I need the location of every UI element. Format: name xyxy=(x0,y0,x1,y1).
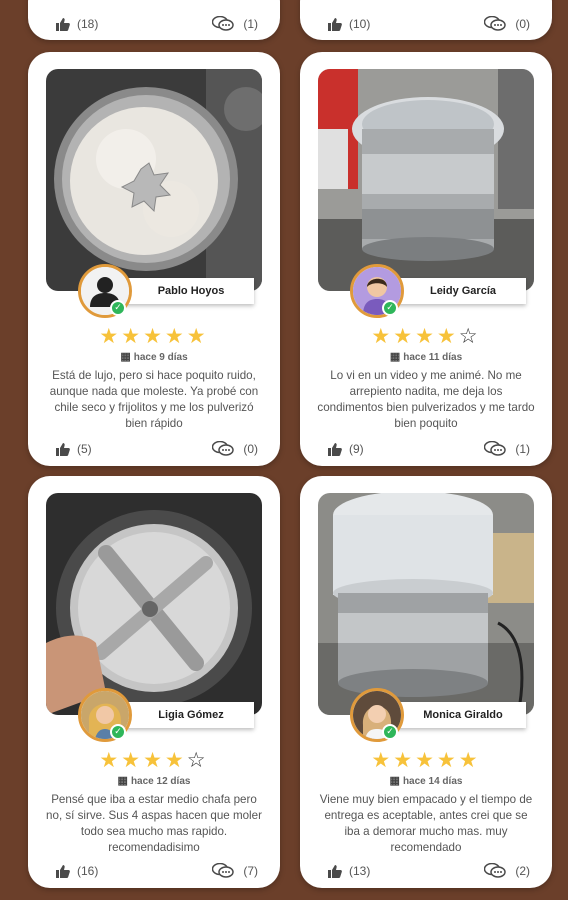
star-icon: ★ xyxy=(371,748,394,772)
comment-bubble-icon xyxy=(484,441,507,456)
comment-count: (1) xyxy=(243,16,258,31)
star-icon: ★ xyxy=(393,324,416,348)
review-text: Viene muy bien empacado y el tiempo de e… xyxy=(319,793,533,854)
review-card-partial: (18) (1) xyxy=(28,0,280,40)
thumbs-up-icon xyxy=(328,864,342,878)
star-icon: ★ xyxy=(458,748,481,772)
star-icon: ☆ xyxy=(186,748,209,772)
star-icon: ★ xyxy=(143,324,165,348)
comment-bubble-icon xyxy=(212,441,235,456)
thumbs-up-icon xyxy=(328,442,342,456)
review-date: ▦ hace 11 días xyxy=(389,351,463,363)
comment-bubble-icon xyxy=(212,16,235,31)
review-card: Monica Giraldo ✓ ★★★★★ ▦ hace 14 días Vie… xyxy=(300,476,552,888)
thumbs-up-icon xyxy=(56,864,70,878)
star-icon: ★ xyxy=(436,748,459,772)
review-date: ▦ hace 9 días xyxy=(120,351,188,363)
star-icon: ★ xyxy=(186,324,209,348)
comment-bubble-icon xyxy=(484,16,507,31)
review-date: ▦ hace 12 días xyxy=(117,775,191,787)
review-card: Leidy García ✓ ★★★★☆ ▦ hace 11 días Lo vi… xyxy=(300,52,552,466)
star-icon: ★ xyxy=(393,748,416,772)
like-button[interactable]: (9) xyxy=(328,442,364,456)
like-button[interactable]: (16) xyxy=(56,864,98,878)
calendar-icon: ▦ xyxy=(389,351,401,363)
like-count: (5) xyxy=(77,442,92,456)
rating-stars: ★★★★★ xyxy=(300,748,552,772)
comment-count: (2) xyxy=(515,863,530,878)
star-icon: ★ xyxy=(99,324,122,348)
rating-stars: ★★★★☆ xyxy=(28,748,280,772)
review-photo[interactable] xyxy=(46,493,262,715)
star-icon: ★ xyxy=(164,324,187,348)
like-count: (9) xyxy=(349,442,364,456)
star-icon: ★ xyxy=(99,748,122,772)
star-icon: ☆ xyxy=(458,324,481,348)
star-icon: ★ xyxy=(121,748,144,772)
comment-count: (1) xyxy=(515,441,530,456)
comment-button[interactable]: (2) xyxy=(484,863,530,878)
like-count: (18) xyxy=(77,17,99,31)
review-card: Ligia Gómez ✓ ★★★★☆ ▦ hace 12 días Pensé … xyxy=(28,476,280,888)
comment-button[interactable]: (1) xyxy=(484,441,530,456)
calendar-icon: ▦ xyxy=(117,775,128,787)
comment-bubble-icon xyxy=(212,863,235,878)
rating-stars: ★★★★☆ xyxy=(300,324,552,348)
like-count: (10) xyxy=(349,17,371,31)
thumbs-up-icon xyxy=(56,442,70,456)
star-icon: ★ xyxy=(415,748,437,772)
verified-check-icon: ✓ xyxy=(382,300,398,316)
star-icon: ★ xyxy=(164,748,187,772)
star-icon: ★ xyxy=(143,748,165,772)
verified-check-icon: ✓ xyxy=(110,724,126,740)
like-button[interactable]: (10) xyxy=(328,17,370,31)
comment-count: (0) xyxy=(515,16,530,31)
review-photo[interactable] xyxy=(46,69,262,291)
like-count: (16) xyxy=(77,864,99,878)
comment-count: (7) xyxy=(243,863,258,878)
star-icon: ★ xyxy=(415,324,437,348)
review-text: Lo vi en un video y me animé. No me arre… xyxy=(317,369,535,430)
comment-button[interactable]: (7) xyxy=(212,863,258,878)
thumbs-up-icon xyxy=(328,17,342,31)
comment-button[interactable]: (0) xyxy=(484,16,530,31)
review-card: Pablo Hoyos ✓ ★★★★★ ▦ hace 9 días Está de… xyxy=(28,52,280,466)
review-photo[interactable] xyxy=(318,69,534,291)
like-button[interactable]: (5) xyxy=(56,442,92,456)
comment-button[interactable]: (1) xyxy=(212,16,258,31)
like-button[interactable]: (13) xyxy=(328,864,370,878)
review-date: ▦ hace 14 días xyxy=(389,775,463,787)
review-card-partial: (10) (0) xyxy=(300,0,552,40)
rating-stars: ★★★★★ xyxy=(28,324,280,348)
star-icon: ★ xyxy=(436,324,459,348)
thumbs-up-icon xyxy=(56,17,70,31)
comment-count: (0) xyxy=(243,441,258,456)
calendar-icon: ▦ xyxy=(389,775,400,787)
verified-check-icon: ✓ xyxy=(110,300,126,316)
calendar-icon: ▦ xyxy=(120,351,131,363)
review-photo[interactable] xyxy=(318,493,534,715)
review-text: Pensé que iba a estar medio chafa pero n… xyxy=(46,793,262,854)
like-count: (13) xyxy=(349,864,371,878)
like-button[interactable]: (18) xyxy=(56,17,98,31)
review-text: Está de lujo, pero si hace poquito ruido… xyxy=(49,369,259,430)
star-icon: ★ xyxy=(121,324,144,348)
comment-button[interactable]: (0) xyxy=(212,441,258,456)
verified-check-icon: ✓ xyxy=(382,724,398,740)
comment-bubble-icon xyxy=(484,863,507,878)
star-icon: ★ xyxy=(371,324,394,348)
